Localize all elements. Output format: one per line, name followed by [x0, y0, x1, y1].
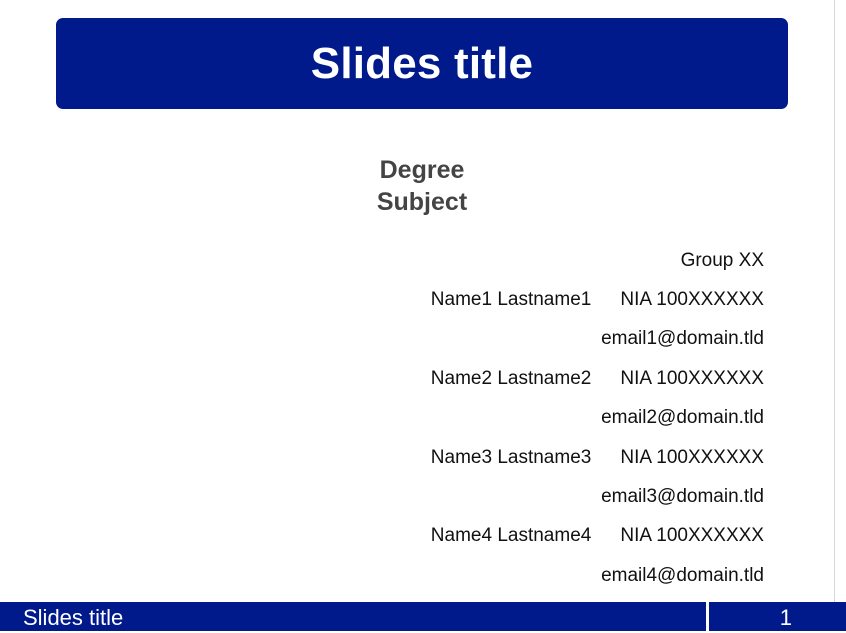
member-email-row: email1@domain.tld [431, 320, 764, 359]
member-email: email3@domain.tld [601, 486, 764, 508]
page-number: 1 [709, 602, 846, 631]
member-email: email4@domain.tld [601, 564, 764, 586]
member-row: Name2 Lastname2 NIA 100XXXXXX [431, 359, 764, 398]
slide-title: Slides title [310, 38, 534, 88]
member-name: Name1 Lastname1 [430, 289, 592, 311]
member-row: Name1 Lastname1 NIA 100XXXXXX [431, 280, 764, 319]
member-nia: NIA 100XXXXXX [620, 289, 764, 311]
group-row: Group XX [431, 241, 764, 280]
member-email-row: email4@domain.tld [431, 556, 764, 595]
member-nia: NIA 100XXXXXX [620, 446, 764, 468]
member-name: Name3 Lastname3 [430, 446, 592, 468]
subtitle-block: Degree Subject [0, 154, 844, 218]
member-nia: NIA 100XXXXXX [620, 525, 764, 547]
slide: Slides title Degree Subject Group XX Nam… [0, 0, 846, 631]
group-label: Group XX [680, 249, 764, 271]
member-email: email2@domain.tld [601, 407, 764, 429]
member-email-row: email2@domain.tld [431, 399, 764, 438]
footer-bar: Slides title 1 [0, 602, 846, 631]
member-name: Name4 Lastname4 [430, 525, 592, 547]
member-name: Name2 Lastname2 [430, 367, 592, 389]
member-row: Name4 Lastname4 NIA 100XXXXXX [431, 517, 764, 556]
degree-label: Degree [379, 156, 465, 184]
member-email-row: email3@domain.tld [431, 477, 764, 516]
page-edge-divider [834, 0, 835, 602]
member-email: email1@domain.tld [601, 328, 764, 350]
member-nia: NIA 100XXXXXX [620, 367, 764, 389]
title-banner: Slides title [56, 18, 788, 109]
author-list: Group XX Name1 Lastname1 NIA 100XXXXXX e… [431, 241, 764, 596]
subject-label: Subject [376, 188, 468, 216]
footer-title: Slides title [0, 602, 706, 631]
member-row: Name3 Lastname3 NIA 100XXXXXX [431, 438, 764, 477]
